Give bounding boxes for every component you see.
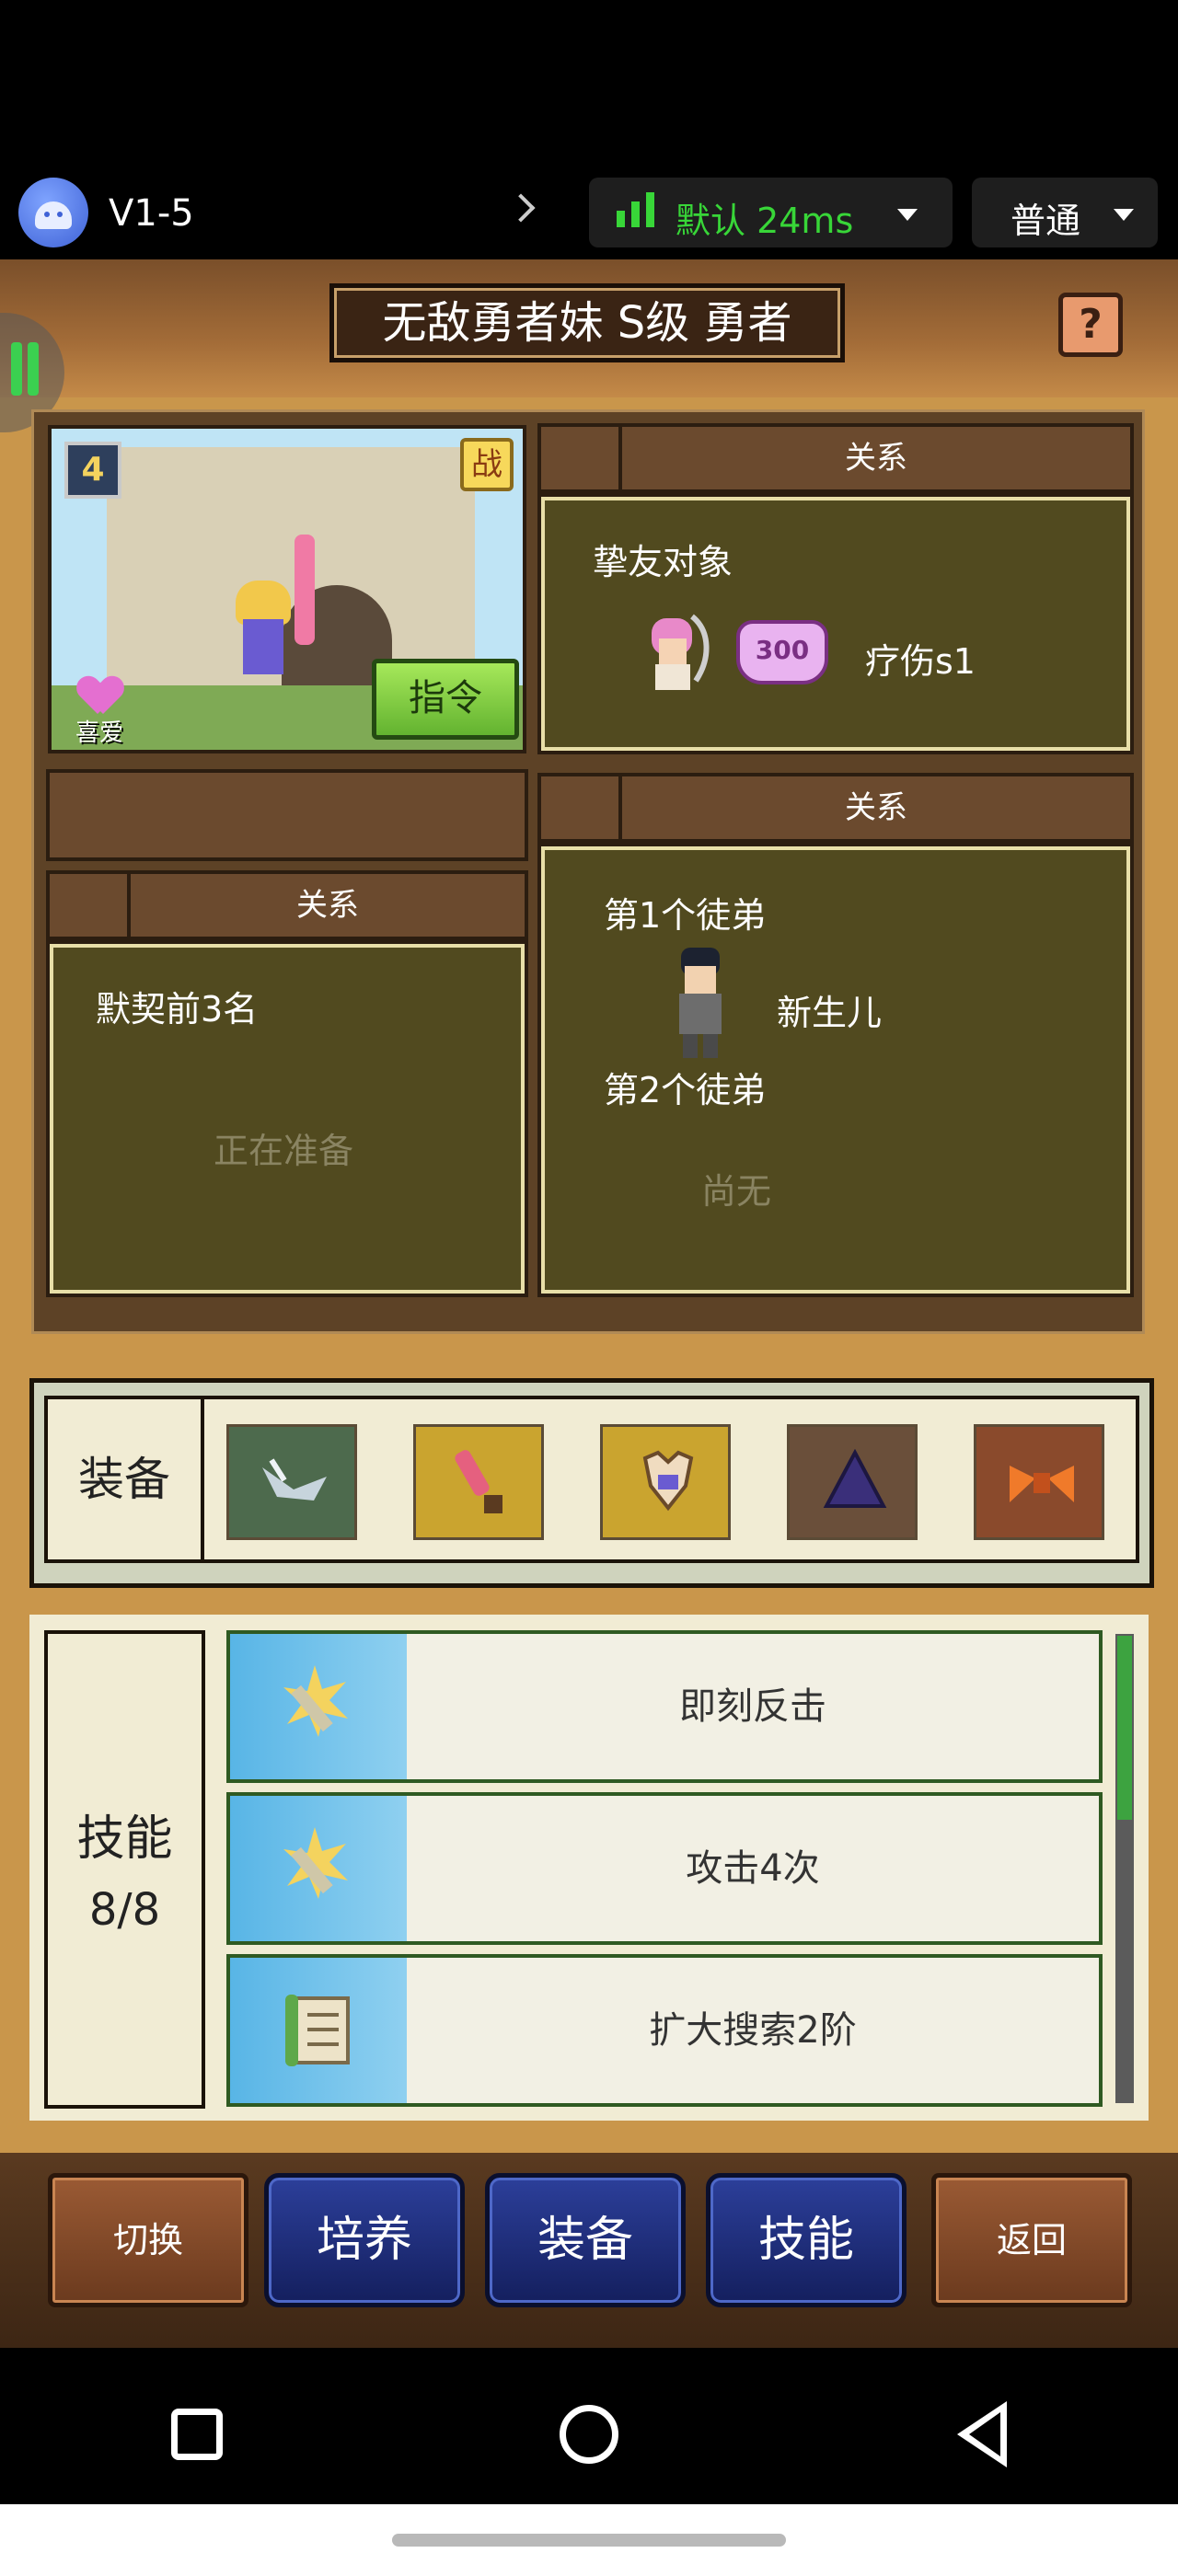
- armor-slot[interactable]: [600, 1424, 731, 1540]
- mode-selector[interactable]: 普通: [972, 178, 1158, 247]
- android-app-icon[interactable]: [18, 178, 88, 247]
- skill-row[interactable]: 攻击4次: [226, 1792, 1103, 1945]
- character-title: 无敌勇者妹 S级 勇者: [382, 297, 792, 349]
- relation-header-label: 关系: [296, 887, 359, 924]
- skills-label: 技能: [76, 1811, 173, 1867]
- second-apprentice-status: 尚无: [701, 1171, 772, 1212]
- app-toolbar: V1-5 默认 24ms 普通: [0, 170, 1178, 253]
- heart-icon: [79, 677, 121, 714]
- contract-title: 默契前3名: [96, 989, 259, 1029]
- back-button[interactable]: 返回: [931, 2173, 1132, 2307]
- friend-relation-header: 关系: [537, 423, 1134, 493]
- wing-slot[interactable]: [226, 1424, 357, 1540]
- friend-value: 疗伤s1: [865, 641, 976, 682]
- battle-badge: 战: [460, 438, 514, 491]
- apprentice-relation-header: 关系: [537, 773, 1134, 843]
- armor-icon: [630, 1449, 706, 1519]
- chevron-down-icon: [1114, 209, 1134, 221]
- hero-sprite: [226, 535, 315, 682]
- accessory-slot[interactable]: [974, 1424, 1104, 1540]
- skills-count: 8/8: [88, 1884, 161, 1936]
- friend-portrait-icon: [639, 613, 712, 692]
- chevron-down-icon: [897, 209, 918, 221]
- mode-label: 普通: [1011, 201, 1081, 241]
- contract-relation-panel: 默契前3名 正在准备: [46, 940, 528, 1297]
- help-button[interactable]: ?: [1058, 293, 1123, 357]
- skill-name: 即刻反击: [679, 1685, 826, 1728]
- friend-relation-panel: 挚友对象 300 疗伤s1: [537, 493, 1134, 754]
- scroll-icon: [285, 1995, 350, 2066]
- character-portrait[interactable]: 4 战 喜爱 指令: [48, 425, 526, 753]
- helmet-slot[interactable]: [787, 1424, 918, 1540]
- network-label: 默认 24ms: [676, 201, 854, 241]
- wing-icon: [257, 1449, 332, 1519]
- switch-button[interactable]: 切换: [48, 2173, 248, 2307]
- empty-slot-bar: [46, 769, 528, 861]
- home-icon[interactable]: [560, 2405, 618, 2464]
- weapon-slot[interactable]: [413, 1424, 544, 1540]
- relation-header-label: 关系: [845, 440, 907, 477]
- character-title-box: 无敌勇者妹 S级 勇者: [329, 283, 845, 362]
- system-nav-bar: [0, 2348, 1178, 2504]
- train-button[interactable]: 培养: [264, 2173, 465, 2307]
- equip-button[interactable]: 装备: [485, 2173, 686, 2307]
- network-selector[interactable]: 默认 24ms: [589, 178, 953, 247]
- first-apprentice-name: 新生儿: [777, 993, 883, 1033]
- apprentice-relation-panel: 第1个徒弟 新生儿 第2个徒弟 尚无: [537, 843, 1134, 1297]
- apprentice-sprite-icon: [668, 946, 733, 1061]
- signal-icon: [617, 211, 625, 227]
- second-apprentice-label: 第2个徒弟: [604, 1070, 767, 1110]
- level-badge: 4: [64, 442, 121, 499]
- spark-sword-icon: [283, 1827, 348, 1899]
- sword-icon: [444, 1449, 519, 1519]
- helmet-icon: [817, 1448, 893, 1519]
- 300-badge-icon: 300: [736, 620, 828, 684]
- like-label: 喜爱: [75, 719, 124, 747]
- skills-scrollbar-thumb[interactable]: [1117, 1636, 1132, 1820]
- first-apprentice-label: 第1个徒弟: [604, 895, 767, 936]
- skills-label-box: 技能 8/8: [44, 1630, 205, 2109]
- skill-name: 攻击4次: [686, 1847, 820, 1890]
- equipment-label: 装备: [48, 1399, 204, 1559]
- recents-icon[interactable]: [171, 2409, 223, 2460]
- relation-header-label: 关系: [845, 789, 907, 826]
- skill-row[interactable]: 扩大搜索2阶: [226, 1954, 1103, 2107]
- version-label: V1-5: [109, 192, 194, 235]
- command-button[interactable]: 指令: [372, 659, 519, 740]
- ribbon-icon: [1004, 1449, 1080, 1519]
- home-indicator[interactable]: [392, 2534, 786, 2547]
- back-icon[interactable]: [957, 2401, 1007, 2467]
- chevron-right-icon[interactable]: [506, 193, 536, 223]
- contract-relation-header: 关系: [46, 870, 528, 940]
- skill-button[interactable]: 技能: [706, 2173, 907, 2307]
- gesture-area: [0, 2504, 1178, 2576]
- skill-row[interactable]: 即刻反击: [226, 1630, 1103, 1783]
- contract-status: 正在准备: [214, 1131, 354, 1171]
- spark-sword-icon: [283, 1665, 348, 1737]
- skill-name: 扩大搜索2阶: [649, 2009, 857, 2052]
- friend-title: 挚友对象: [593, 542, 733, 582]
